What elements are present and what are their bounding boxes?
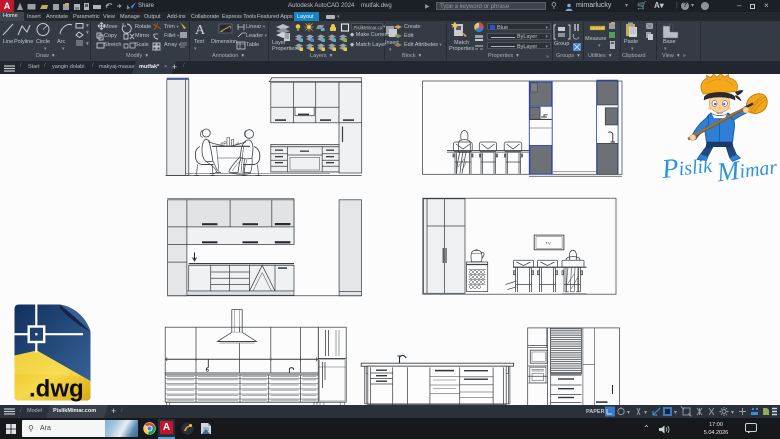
svg-text:▾: ▾ (644, 410, 647, 416)
svg-text:▾: ▾ (86, 23, 89, 29)
svg-text:▾: ▾ (731, 410, 734, 416)
svg-text:TV: TV (546, 241, 551, 246)
svg-text:▾: ▾ (627, 410, 630, 416)
svg-text:▾: ▾ (86, 30, 89, 36)
svg-text:▾: ▾ (86, 41, 89, 47)
svg-text:Mimar: Mimar (714, 150, 779, 187)
svg-text:.dwg: .dwg (29, 376, 84, 403)
svg-text:▾: ▾ (674, 410, 677, 416)
svg-text:A: A (195, 23, 206, 38)
